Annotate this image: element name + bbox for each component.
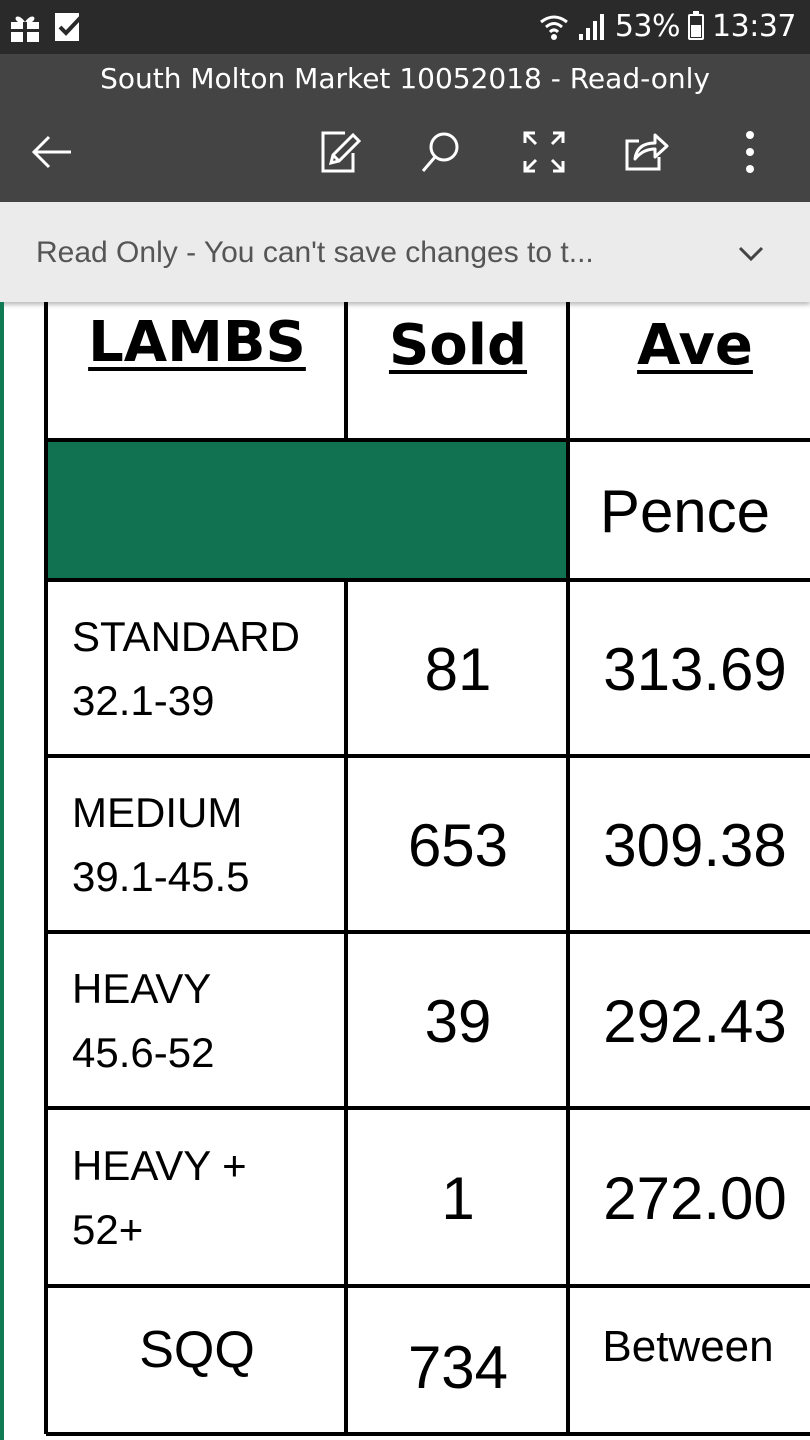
more-vertical-icon xyxy=(746,131,754,173)
back-arrow-icon xyxy=(31,135,71,169)
ave-cell[interactable]: 272.00 xyxy=(570,1110,810,1286)
header-lambs[interactable]: LAMBS xyxy=(48,302,346,382)
category-name: STANDARD xyxy=(72,613,300,660)
share-button[interactable] xyxy=(618,124,674,180)
battery-percent: 53% xyxy=(614,9,681,44)
category-name: HEAVY + xyxy=(72,1142,247,1189)
sold-cell[interactable]: 81 xyxy=(348,582,568,756)
expand-icon xyxy=(523,131,565,173)
read-only-banner[interactable]: Read Only - You can't save changes to t.… xyxy=(0,202,810,302)
sold-cell[interactable]: 653 xyxy=(348,758,568,932)
ave-cell[interactable]: 309.38 xyxy=(570,758,810,932)
edit-button[interactable] xyxy=(312,124,368,180)
check-notification-icon xyxy=(55,13,84,41)
search-button[interactable] xyxy=(412,124,468,180)
sold-cell[interactable]: 1 xyxy=(348,1110,568,1286)
weight-range: 32.1-39 xyxy=(72,677,215,724)
battery-icon xyxy=(688,11,705,40)
edit-document-icon xyxy=(321,131,362,173)
clock: 13:37 xyxy=(712,9,796,44)
signal-icon xyxy=(578,14,604,40)
summary-ave[interactable]: Between xyxy=(570,1288,806,1406)
table-row-label[interactable]: STANDARD 32.1-39 xyxy=(48,582,346,756)
table-row-label[interactable]: HEAVY + 52+ xyxy=(48,1110,346,1286)
search-icon xyxy=(421,132,459,172)
ave-unit-cell[interactable]: Pence xyxy=(570,442,800,580)
selection-edge xyxy=(0,302,4,1440)
weight-range: 39.1-45.5 xyxy=(72,853,250,900)
gift-icon xyxy=(11,16,39,42)
category-name: HEAVY xyxy=(72,965,212,1012)
summary-sold[interactable]: 734 xyxy=(348,1300,568,1434)
status-bar: 53% 13:37 xyxy=(0,0,810,54)
fullscreen-button[interactable] xyxy=(516,124,572,180)
read-only-message: Read Only - You can't save changes to t.… xyxy=(36,236,594,269)
ave-cell[interactable]: 313.69 xyxy=(570,582,810,756)
share-icon xyxy=(625,133,669,171)
table-row-label[interactable]: HEAVY 45.6-52 xyxy=(48,934,346,1108)
category-name: MEDIUM xyxy=(72,789,243,836)
document-title: South Molton Market 10052018 - Read-only xyxy=(100,62,710,95)
chevron-down-icon[interactable] xyxy=(736,238,766,268)
more-options-button[interactable] xyxy=(722,124,778,180)
weight-range: 45.6-52 xyxy=(72,1029,215,1076)
merged-green-cell[interactable] xyxy=(46,440,568,580)
ave-cell[interactable]: 292.43 xyxy=(570,934,810,1108)
summary-label[interactable]: SQQ xyxy=(48,1288,346,1412)
sold-cell[interactable]: 39 xyxy=(348,934,568,1108)
weight-range: 52+ xyxy=(72,1206,144,1253)
header-sold[interactable]: Sold xyxy=(348,302,568,388)
app-bar: South Molton Market 10052018 - Read-only xyxy=(0,54,810,202)
back-button[interactable] xyxy=(24,124,80,180)
table-row-label[interactable]: MEDIUM 39.1-45.5 xyxy=(48,758,346,932)
header-ave[interactable]: Ave xyxy=(570,302,810,388)
wifi-icon xyxy=(539,15,568,40)
